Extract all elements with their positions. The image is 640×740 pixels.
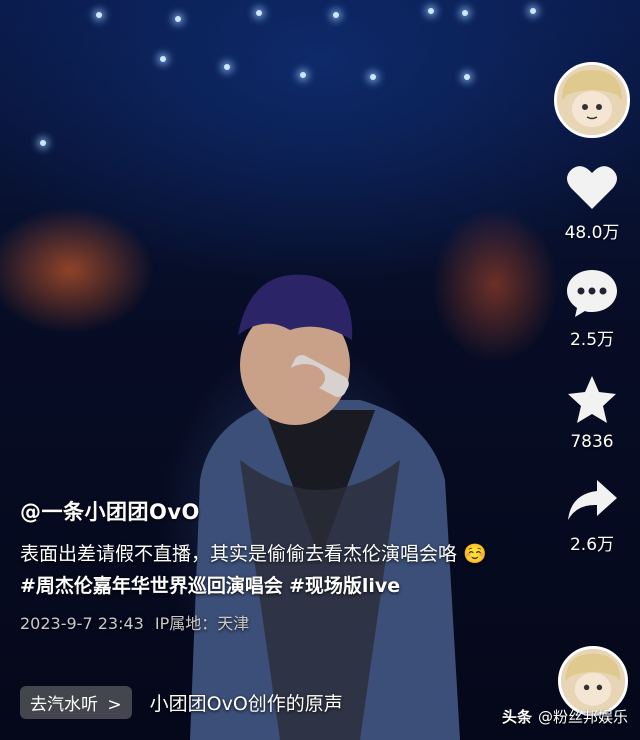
like-action[interactable]: 48.0万 xyxy=(552,162,632,243)
post-meta: 2023-9-7 23:43 IP属地：天津 xyxy=(20,610,490,634)
stage-light xyxy=(96,12,102,18)
chevron-right-icon: > xyxy=(107,695,122,715)
comment-action[interactable]: 2.5万 xyxy=(552,267,632,350)
comment-count: 2.5万 xyxy=(569,330,615,350)
stage-light xyxy=(370,74,376,80)
stage-light xyxy=(530,8,536,14)
stage-light xyxy=(300,72,306,78)
disc-avatar-icon xyxy=(561,649,625,713)
share-arrow-icon[interactable] xyxy=(565,476,619,524)
stage-light xyxy=(464,74,470,80)
stage-light xyxy=(462,10,468,16)
share-count: 2.6万 xyxy=(569,535,615,555)
share-action[interactable]: 2.6万 xyxy=(552,476,632,555)
action-column: 48.0万 2.5万 7836 2.6万 xyxy=(552,62,632,555)
avatar-face-icon xyxy=(557,65,627,135)
star-icon[interactable] xyxy=(565,374,619,426)
watermark-brand: 头条 xyxy=(501,708,532,726)
post-description: 表面出差请假不直播，其实是偷偷去看杰伦演唱会咯 ☺️ #周杰伦嘉年华世界巡回演唱… xyxy=(20,538,490,602)
stage-light xyxy=(40,140,46,146)
heart-icon[interactable] xyxy=(565,162,619,212)
stage-light xyxy=(175,16,181,22)
watermark-account: @粉丝邦娱乐 xyxy=(537,708,628,726)
post-date: 2023-9-7 23:43 xyxy=(20,614,144,633)
favorite-count: 7836 xyxy=(570,432,614,452)
like-count: 48.0万 xyxy=(564,223,620,243)
description-text: 表面出差请假不直播，其实是偷偷去看杰伦演唱会咯 xyxy=(20,543,458,565)
watermark: 头条 @粉丝邦娱乐 xyxy=(502,706,628,727)
ip-location: IP属地：天津 xyxy=(154,614,250,633)
stage-light xyxy=(333,12,339,18)
favorite-action[interactable]: 7836 xyxy=(552,374,632,452)
comment-bubble-icon[interactable] xyxy=(565,267,619,319)
open-qishui-label: 去汽水听 xyxy=(30,695,98,715)
stage-light xyxy=(256,10,262,16)
author-name[interactable]: @一条小团团OvO xyxy=(20,496,490,526)
open-qishui-button[interactable]: 去汽水听 > xyxy=(20,686,132,719)
music-row: 去汽水听 > 小团团OvO创作的原声 xyxy=(20,686,343,719)
hashtag-link[interactable]: #现场版live xyxy=(289,575,400,597)
relieved-emoji-icon: ☺️ xyxy=(463,543,487,565)
music-title[interactable]: 小团团OvO创作的原声 xyxy=(150,689,343,716)
stage-light xyxy=(428,8,434,14)
hashtag-link[interactable]: #周杰伦嘉年华世界巡回演唱会 xyxy=(20,575,283,597)
stage-light xyxy=(224,64,230,70)
caption-block: @一条小团团OvO 表面出差请假不直播，其实是偷偷去看杰伦演唱会咯 ☺️ #周杰… xyxy=(20,496,490,634)
stage-light xyxy=(160,56,166,62)
author-avatar[interactable] xyxy=(554,62,630,138)
